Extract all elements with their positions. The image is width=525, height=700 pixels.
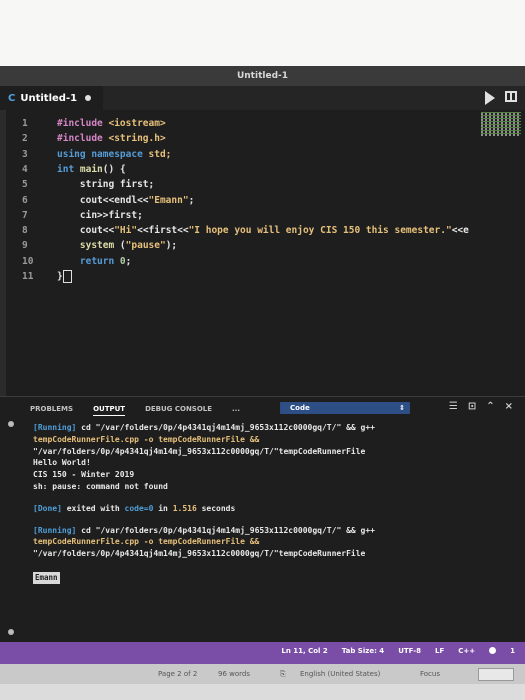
line-ending[interactable]: LF [435,647,444,655]
code-line[interactable]: 7 cin>>first; [0,208,470,223]
code-line[interactable]: 11} [0,269,470,284]
code-line[interactable]: 1 #include <iostream> [0,116,470,131]
line-number: 5 [22,179,28,191]
line-number: 11 [22,271,34,282]
code-text: string first; [57,179,155,191]
unsaved-dot-icon[interactable] [85,95,92,101]
output-line: tempCodeRunnerFile.cpp -o tempCodeRunner… [33,537,260,547]
output-line: Hello World! [33,458,91,468]
code-line[interactable]: 8 cout<<"Hi"<<first<<"I hope you will en… [0,223,470,238]
page-count: Page 2 of 2 [158,670,198,678]
proofing-icon: ⎘ [280,670,286,678]
feedback-icon[interactable] [489,647,497,654]
code-line[interactable]: 4 int main() { [0,162,470,177]
line-number: 1 [22,118,28,129]
status-items: Ln 11, Col 2 Tab Size: 4 UTF-8 LF C++ 1 [281,647,515,655]
code-text: using namespace std; [57,148,172,160]
code-text: system ("pause"); [57,240,178,252]
output-input-line: Emann [33,560,503,584]
panel-actions: ☰ ⊡ ⌃ × [449,401,513,412]
lock-scroll-icon[interactable]: ⊡ [468,401,476,412]
code-text: int main() { [57,163,126,175]
output-line: CIS 150 - Winter 2019 [33,470,135,480]
line-number: 4 [22,163,28,175]
code-line[interactable]: 2 #include <string.h> [0,131,470,146]
panel-tabs: PROBLEMS OUTPUT DEBUG CONSOLE ... [30,405,240,416]
output-channel-select[interactable]: Code ⇕ [280,402,410,414]
output-channel-value: Code [290,404,310,412]
output-line: [Running] cd "/var/folders/0p/4p4341qj4m… [33,525,375,535]
code-line[interactable]: 10 return 0; [0,254,470,269]
editor-tab[interactable]: C Untitled-1 [0,86,104,110]
encoding[interactable]: UTF-8 [398,647,421,655]
focus-button[interactable]: Focus [420,670,440,678]
vscode-window: Untitled-1 C Untitled-1 1 #include <iostr… [0,66,525,664]
photo-bottom-edge [0,684,525,700]
text-cursor [62,270,72,283]
clear-output-icon[interactable]: ☰ [449,401,458,412]
code-text: return 0; [57,255,132,267]
output-line: sh: pause: command not found [33,481,168,491]
line-number: 9 [22,240,28,252]
tab-debug-console[interactable]: DEBUG CONSOLE [145,405,212,416]
code-text: cout<<"Hi"<<first<<"I hope you will enjo… [57,225,469,237]
cpp-file-icon: C [8,92,16,104]
document-language: English (United States) [300,670,381,678]
word-count: 96 words [218,670,250,678]
line-number: 8 [22,225,28,237]
word-status-bar: Page 2 of 2 96 words ⎘ English (United S… [0,664,525,684]
code-text: cin>>first; [57,209,143,221]
split-editor-icon[interactable] [505,91,517,102]
line-number: 2 [22,133,28,145]
code-line[interactable]: 5 string first; [0,177,470,192]
line-number: 10 [22,255,34,267]
output-line: "/var/folders/0p/4p4341qj4m14mj_9653x112… [33,549,366,559]
cursor-position[interactable]: Ln 11, Col 2 [281,647,327,655]
notifications-count[interactable]: 1 [510,647,515,655]
editor-tabbar: C Untitled-1 [0,86,525,110]
more-tabs-icon[interactable]: ... [232,405,240,416]
tab-size[interactable]: Tab Size: 4 [342,647,384,655]
tab-output[interactable]: OUTPUT [93,405,126,416]
output-line: [Done] exited with code=0 in 1.516 secon… [33,503,236,513]
user-input-text: Emann [33,571,60,584]
output-line: "/var/folders/0p/4p4341qj4m14mj_9653x112… [33,446,366,456]
line-number: 7 [22,209,28,221]
tab-problems[interactable]: PROBLEMS [30,405,73,416]
maximize-panel-icon[interactable]: ⌃ [486,401,494,412]
editor-tab-label: Untitled-1 [20,92,78,104]
code-text: } [57,269,72,284]
close-panel-icon[interactable]: × [505,401,513,412]
code-text: #include <iostream> [57,118,166,129]
code-text: cout<<endl<<"Emann"; [57,194,195,206]
window-title: Untitled-1 [0,66,525,86]
settings-dot-icon[interactable] [8,629,14,635]
output-log[interactable]: [Running] cd "/var/folders/0p/4p4341qj4m… [33,422,503,584]
code-text: #include <string.h> [57,133,166,145]
code-line[interactable]: 9 system ("pause"); [0,238,470,253]
line-number: 3 [22,148,28,160]
code-editor[interactable]: 1 #include <iostream> 2 #include <string.h>… [0,110,525,400]
select-arrow-icon: ⇕ [399,404,405,412]
photo-background [0,0,525,66]
status-bar: Ln 11, Col 2 Tab Size: 4 UTF-8 LF C++ 1 [0,642,525,664]
code-line[interactable]: 3 using namespace std; [0,147,470,162]
activity-dot-icon [8,421,14,427]
language-mode[interactable]: C++ [458,647,475,655]
output-line: [Running] cd "/var/folders/0p/4p4341qj4m… [33,423,375,432]
view-mode-icon[interactable] [478,668,514,681]
run-code-icon[interactable] [485,91,495,105]
output-line: tempCodeRunnerFile.cpp -o tempCodeRunner… [33,434,260,444]
minimap[interactable] [481,112,521,136]
bottom-panel: PROBLEMS OUTPUT DEBUG CONSOLE ... Code ⇕… [0,396,525,629]
line-number: 6 [22,194,28,206]
code-line[interactable]: 6 cout<<endl<<"Emann"; [0,193,470,208]
